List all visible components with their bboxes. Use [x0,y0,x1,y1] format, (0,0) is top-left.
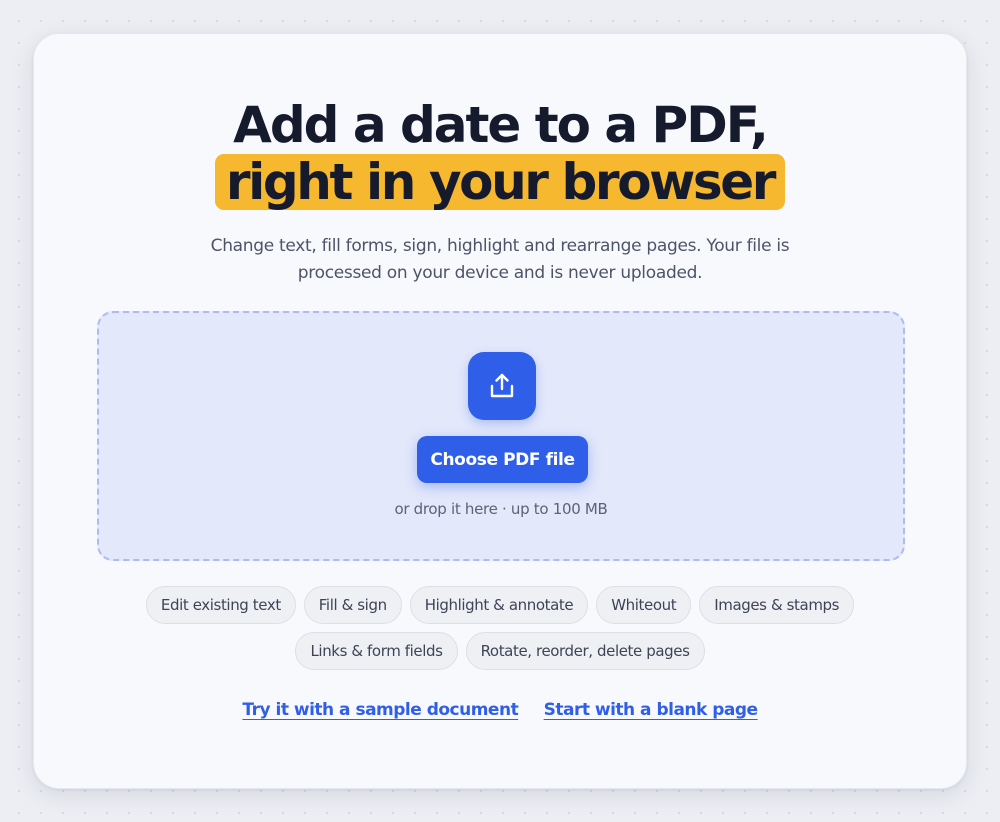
feature-chip-row-1: Edit existing text Fill & sign Highlight… [34,586,966,624]
chip-highlight-annotate[interactable]: Highlight & annotate [409,586,589,624]
chip-edit-existing-text[interactable]: Edit existing text [145,586,296,624]
hero-title-highlight-wrap: right in your browser [34,154,966,214]
chip-links-form-fields[interactable]: Links & form fields [295,632,458,670]
chip-rotate-reorder-delete[interactable]: Rotate, reorder, delete pages [465,632,705,670]
start-links: Try it with a sample document Start with… [34,700,966,720]
sample-document-link[interactable]: Try it with a sample document [242,700,518,720]
hero-subtitle-line2: processed on your device and is never up… [297,263,703,283]
hero-title-line2-highlighted: right in your browser [214,154,786,210]
chip-whiteout[interactable]: Whiteout [596,586,692,624]
hero-title-line1: Add a date to a PDF, [233,96,769,154]
feature-chips: Edit existing text Fill & sign Highlight… [34,586,966,678]
feature-chip-row-2: Links & form fields Rotate, reorder, del… [34,632,966,670]
hero-subtitle-line1: Change text, fill forms, sign, highlight… [210,236,790,256]
blank-page-link[interactable]: Start with a blank page [544,700,758,720]
chip-fill-sign[interactable]: Fill & sign [303,586,402,624]
main-card: Add a date to a PDF, right in your brows… [33,33,967,789]
upload-icon[interactable] [468,352,536,420]
chip-images-stamps[interactable]: Images & stamps [699,586,855,624]
hero-subtitle: Change text, fill forms, sign, highlight… [184,233,816,287]
choose-pdf-button[interactable]: Choose PDF file [417,436,588,483]
drop-hint: or drop it here · up to 100 MB [394,500,608,518]
hero-title: Add a date to a PDF, right in your brows… [34,96,966,214]
pdf-dropzone[interactable]: Choose PDF file or drop it here · up to … [97,311,905,561]
